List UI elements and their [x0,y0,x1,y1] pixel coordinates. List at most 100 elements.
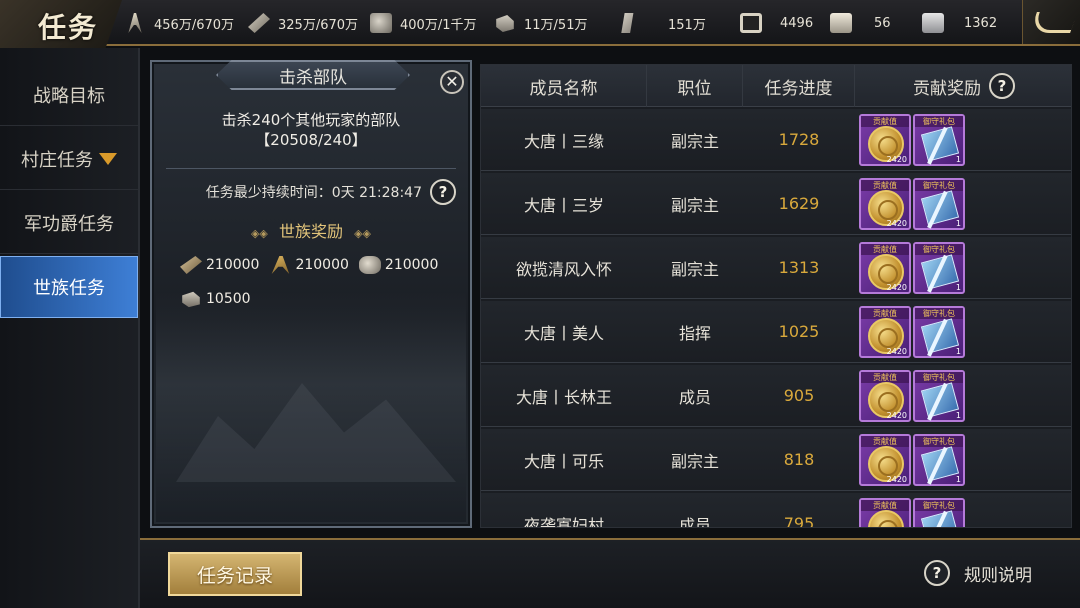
wood-icon [180,256,202,274]
guardian-gift-card[interactable]: 御守礼包1 [913,305,965,358]
rules-link[interactable]: ? 规则说明 [924,560,1032,586]
reward-help-button[interactable]: ? [989,73,1015,99]
guardian-gift-card[interactable]: 御守礼包1 [913,369,965,422]
reward-count: 1 [955,154,961,164]
ornament-icon: ◈◈ [354,227,372,240]
member-name: 大唐丨三缘 [523,131,604,151]
member-progress: 1629 [778,194,820,213]
member-name: 夜袭寡妇村 [523,515,604,528]
member-role: 副宗主 [670,259,719,279]
reward-value: 210000 [295,257,349,273]
member-progress: 905 [783,386,815,405]
table-row[interactable]: 大唐丨长林王 成员 905 贡献值 2420 御守礼包 1 [481,365,1071,427]
member-progress: 818 [783,450,815,469]
member-role: 副宗主 [670,451,719,471]
contribution-reward-card[interactable]: 贡献值2420 [859,497,911,527]
reward-tag: 贡献值 [861,179,909,191]
sidebar-item-clan-tasks[interactable]: 世族任务 [0,256,138,318]
reward-count: 2420 [886,218,907,228]
table-row[interactable]: 大唐丨美人 指挥 1025 贡献值 2420 御守礼包 1 [481,301,1071,363]
sidebar-item-label: 世族任务 [33,278,105,299]
iron-icon [182,291,200,308]
reward-count: 2420 [886,346,907,356]
guardian-gift-card[interactable]: 御守礼包1 [913,241,965,294]
reward-value: 10500 [206,291,251,307]
table-row[interactable]: 夜袭寡妇村 成员 795 贡献值2420御守礼包1 [481,493,1071,528]
guardian-gift-card[interactable]: 御守礼包1 [913,177,965,230]
close-button[interactable]: ✕ [440,70,464,94]
resource-stone: 400万/1千万 [370,12,476,34]
reward-count: 2420 [886,474,907,484]
sidebar-item-village-tasks[interactable]: 村庄任务 [0,128,138,190]
table-row[interactable]: 大唐丨三缘 副宗主 1728 贡献值 2420 御守礼包 1 [481,109,1071,171]
member-name: 大唐丨长林王 [515,387,612,407]
reward-tag: 贡献值 [861,307,909,319]
reward-item-grain: 210000 [269,256,349,274]
table-row[interactable]: 欲揽清风入怀 副宗主 1313 贡献值 2420 御守礼包 1 [481,237,1071,299]
reward-title-text: 世族奖励 [278,222,343,241]
member-rewards: 贡献值 2420 御守礼包 1 [855,429,1071,491]
close-icon: ✕ [445,72,459,91]
back-button[interactable] [1022,0,1080,44]
table-row[interactable]: 大唐丨可乐 副宗主 818 贡献值 2420 御守礼包 1 [481,429,1071,491]
resource-value: 151万 [668,17,706,33]
gift-scroll-icon [920,445,960,482]
reward-count: 1 [955,346,961,356]
member-role: 指挥 [678,323,711,343]
member-rewards: 贡献值 2420 御守礼包 1 [855,237,1071,299]
gift-scroll-icon [920,125,960,162]
guardian-gift-card[interactable]: 御守礼包1 [913,497,965,527]
member-table: 成员名称 职位 任务进度 贡献奖励 ? 大唐丨三缘 副宗主 1728 贡献值 2420 御… [480,64,1072,528]
contribution-reward-card[interactable]: 贡献值2420 [859,241,911,294]
contribution-reward-card[interactable]: 贡献值 2420 [859,177,911,230]
contribution-reward-card[interactable]: 贡献值 2420 [859,305,911,358]
reward-item-stone: 210000 [358,256,438,274]
guardian-gift-card[interactable]: 御守礼包1 [913,433,965,486]
sidebar-item-label: 村庄任务 [21,149,93,171]
task-detail-panel: 击杀部队 ✕ 击杀240个其他玩家的部队 【20508/240】 任务最少持续时… [150,60,472,528]
member-rewards: 贡献值 2420 御守礼包 1 [855,365,1071,427]
grain-icon [271,256,290,274]
duration-help-button[interactable]: ? [430,179,456,205]
stone-icon [358,256,381,274]
task-record-button[interactable]: 任务记录 [168,552,302,596]
task-name-tab: 击杀部队 [216,60,410,90]
contribution-reward-card[interactable]: 贡献值2420 [859,433,911,486]
table-row[interactable]: 大唐丨三岁 副宗主 1629 贡献值 2420 御守礼包 1 [481,173,1071,235]
gift-scroll-icon [920,317,960,354]
task-progress-text: 【20508/240】 [255,131,367,149]
rules-label: 规则说明 [964,565,1032,586]
member-name: 大唐丨美人 [523,323,604,343]
title-badge: 任务 [0,0,122,50]
dropdown-triangle-icon [99,152,117,165]
table-header: 成员名称 职位 任务进度 贡献奖励 ? [481,65,1071,107]
task-record-label: 任务记录 [196,564,273,587]
task-name: 击杀部队 [279,67,347,88]
reward-count: 1 [955,218,961,228]
reward-count: 2420 [886,410,907,420]
sidebar-item-label: 军功爵任务 [24,213,114,235]
member-role: 成员 [678,515,711,528]
reward-row: 10500 [180,290,251,308]
member-progress: 1025 [778,322,820,341]
member-progress: 1728 [778,130,820,149]
resource-gold-ingot: 56 [830,12,891,34]
reward-section-title: ◈◈ 世族奖励 ◈◈ [152,218,470,242]
member-name: 大唐丨三岁 [523,195,604,215]
gold-ingot-icon [830,13,852,33]
contribution-reward-card[interactable]: 贡献值2420 [859,369,911,422]
guardian-gift-card[interactable]: 御守礼包1 [913,113,965,166]
member-role: 成员 [678,387,711,407]
reward-count: 1 [955,474,961,484]
member-progress: 1313 [778,258,820,277]
member-name: 大唐丨可乐 [523,451,604,471]
reward-tag: 御守礼包 [915,499,963,511]
sidebar-item-strategic-goals[interactable]: 战略目标 [0,64,138,126]
sidebar-item-military-rank-tasks[interactable]: 军功爵任务 [0,192,138,254]
column-header-contribution-reward: 贡献奖励 ? [855,65,1071,107]
silver-ingot-icon [922,13,944,33]
coin-icon [740,13,762,33]
gift-scroll-icon [920,509,960,527]
reward-row: 210000 210000 210000 [180,256,438,274]
contribution-reward-card[interactable]: 贡献值2420 [859,113,911,166]
